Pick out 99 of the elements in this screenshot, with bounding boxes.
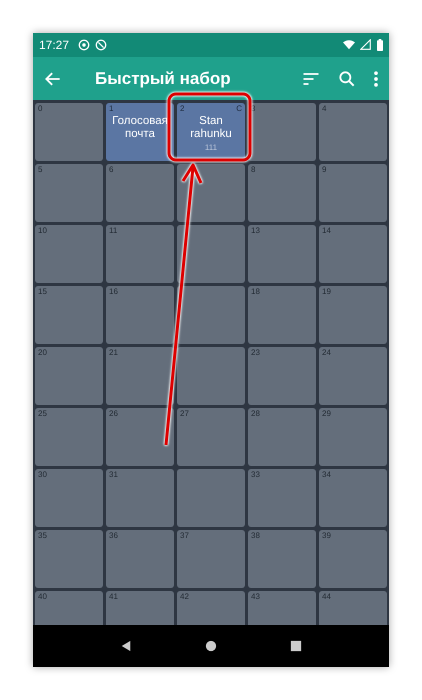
tile-number: 19 (322, 287, 331, 296)
home-icon[interactable] (204, 640, 217, 652)
speed-dial-tile[interactable]: 19 (319, 286, 387, 344)
tile-number: 13 (251, 226, 260, 235)
wifi-icon (343, 39, 355, 51)
speed-dial-tile[interactable]: 21 (106, 347, 174, 405)
tile-number: 8 (251, 165, 256, 174)
battery-icon (377, 39, 383, 51)
speed-dial-tile[interactable] (177, 286, 245, 344)
speed-dial-tile[interactable]: 31 (106, 469, 174, 527)
tile-number: 40 (38, 592, 47, 601)
tile-number: 9 (322, 165, 326, 174)
notification-icon (95, 39, 108, 51)
speed-dial-tile[interactable]: 26 (106, 408, 174, 466)
tile-number: 5 (38, 165, 42, 174)
status-time: 17:27 (39, 38, 70, 52)
speed-dial-tile[interactable]: 35 (35, 530, 103, 588)
tile-number: 10 (38, 226, 47, 235)
tile-number: 29 (322, 409, 331, 418)
tile-number: 43 (251, 592, 260, 601)
tile-number: 31 (109, 470, 118, 479)
speed-dial-tile[interactable] (177, 469, 245, 527)
speed-dial-tile[interactable]: 24 (319, 347, 387, 405)
speed-dial-tile[interactable] (177, 225, 245, 283)
tile-number: 23 (251, 348, 260, 357)
notification-icon (78, 39, 90, 51)
speed-dial-tile[interactable]: 2 C Stan rahunku 111 (177, 103, 245, 161)
speed-dial-tile[interactable]: 40 (35, 591, 103, 625)
tile-number: 11 (109, 226, 118, 235)
speed-dial-tile[interactable]: 29 (319, 408, 387, 466)
contact-name: Голосовая почта (111, 115, 169, 142)
search-icon[interactable] (337, 68, 357, 88)
speed-dial-tile[interactable]: 33 (248, 469, 316, 527)
speed-dial-tile[interactable]: 25 (35, 408, 103, 466)
screen-title: Быстрый набор (95, 68, 232, 88)
speed-dial-tile[interactable]: 8 (248, 164, 316, 222)
tile-number: 18 (251, 287, 260, 296)
speed-dial-tile[interactable]: 30 (35, 469, 103, 527)
tile-number: 4 (322, 104, 326, 113)
tile-number: 24 (322, 348, 331, 357)
phone-number: 111 (204, 143, 218, 152)
tile-number: 30 (38, 470, 47, 479)
speed-dial-tile[interactable]: 27 (177, 408, 245, 466)
tile-number: 38 (251, 531, 260, 540)
tile-number: 14 (322, 226, 331, 235)
recents-icon[interactable] (290, 640, 302, 652)
tile-number: 16 (109, 287, 118, 296)
tile-number: 15 (38, 287, 47, 296)
tile-number: 37 (180, 531, 189, 540)
tile-number: 33 (251, 470, 260, 479)
speed-dial-tile[interactable]: 38 (248, 530, 316, 588)
speed-dial-tile[interactable]: 39 (319, 530, 387, 588)
contact-name: Stan rahunku (189, 115, 233, 142)
tile-tag: C (236, 104, 242, 113)
speed-dial-tile[interactable]: 37 (177, 530, 245, 588)
speed-dial-tile[interactable]: 28 (248, 408, 316, 466)
speed-dial-tile[interactable]: 36 (106, 530, 174, 588)
tile-number: 42 (180, 592, 189, 601)
speed-dial-tile[interactable]: 34 (319, 469, 387, 527)
speed-dial-tile[interactable] (177, 164, 245, 222)
speed-dial-tile[interactable]: 4 (319, 103, 387, 161)
tile-number: 0 (38, 104, 42, 113)
tile-number: 36 (109, 531, 118, 540)
speed-dial-tile[interactable]: 16 (106, 286, 174, 344)
speed-dial-tile[interactable]: 15 (35, 286, 103, 344)
tile-number: 35 (38, 531, 47, 540)
tile-number: 44 (322, 592, 331, 601)
tile-number: 1 (109, 104, 114, 113)
back-triangle-icon[interactable] (120, 640, 132, 652)
speed-dial-tile[interactable]: 0 (35, 103, 103, 161)
speed-dial-tile[interactable]: 43 (248, 591, 316, 625)
tile-number: 27 (180, 409, 189, 418)
tile-number: 26 (109, 409, 118, 418)
tile-number: 21 (109, 348, 118, 357)
speed-dial-tile[interactable]: 5 (35, 164, 103, 222)
tile-number: 25 (38, 409, 47, 418)
speed-dial-tile[interactable]: 11 (106, 225, 174, 283)
speed-dial-tile[interactable]: 44 (319, 591, 387, 625)
tile-number: 34 (322, 470, 331, 479)
tile-number: 39 (322, 531, 331, 540)
tile-number: 20 (38, 348, 47, 357)
signal-icon (360, 39, 372, 51)
speed-dial-tile[interactable]: 41 (106, 591, 174, 625)
tile-number: 2 (180, 104, 184, 113)
speed-dial-tile[interactable]: 13 (248, 225, 316, 283)
tile-number: 28 (251, 409, 260, 418)
speed-dial-tile[interactable]: 18 (248, 286, 316, 344)
speed-dial-tile[interactable]: 42 (177, 591, 245, 625)
speed-dial-tile[interactable]: 9 (319, 164, 387, 222)
speed-dial-tile[interactable] (177, 347, 245, 405)
tile-number: 41 (109, 592, 118, 601)
tile-number: 6 (109, 165, 114, 174)
speed-dial-tile[interactable]: 23 (248, 347, 316, 405)
more-icon[interactable] (373, 68, 379, 88)
speed-dial-tile[interactable]: 20 (35, 347, 103, 405)
speed-dial-tile[interactable]: 6 (106, 164, 174, 222)
speed-dial-tile[interactable]: 1 Голосовая почта (106, 103, 174, 161)
speed-dial-tile[interactable]: 10 (35, 225, 103, 283)
speed-dial-tile[interactable]: 14 (319, 225, 387, 283)
